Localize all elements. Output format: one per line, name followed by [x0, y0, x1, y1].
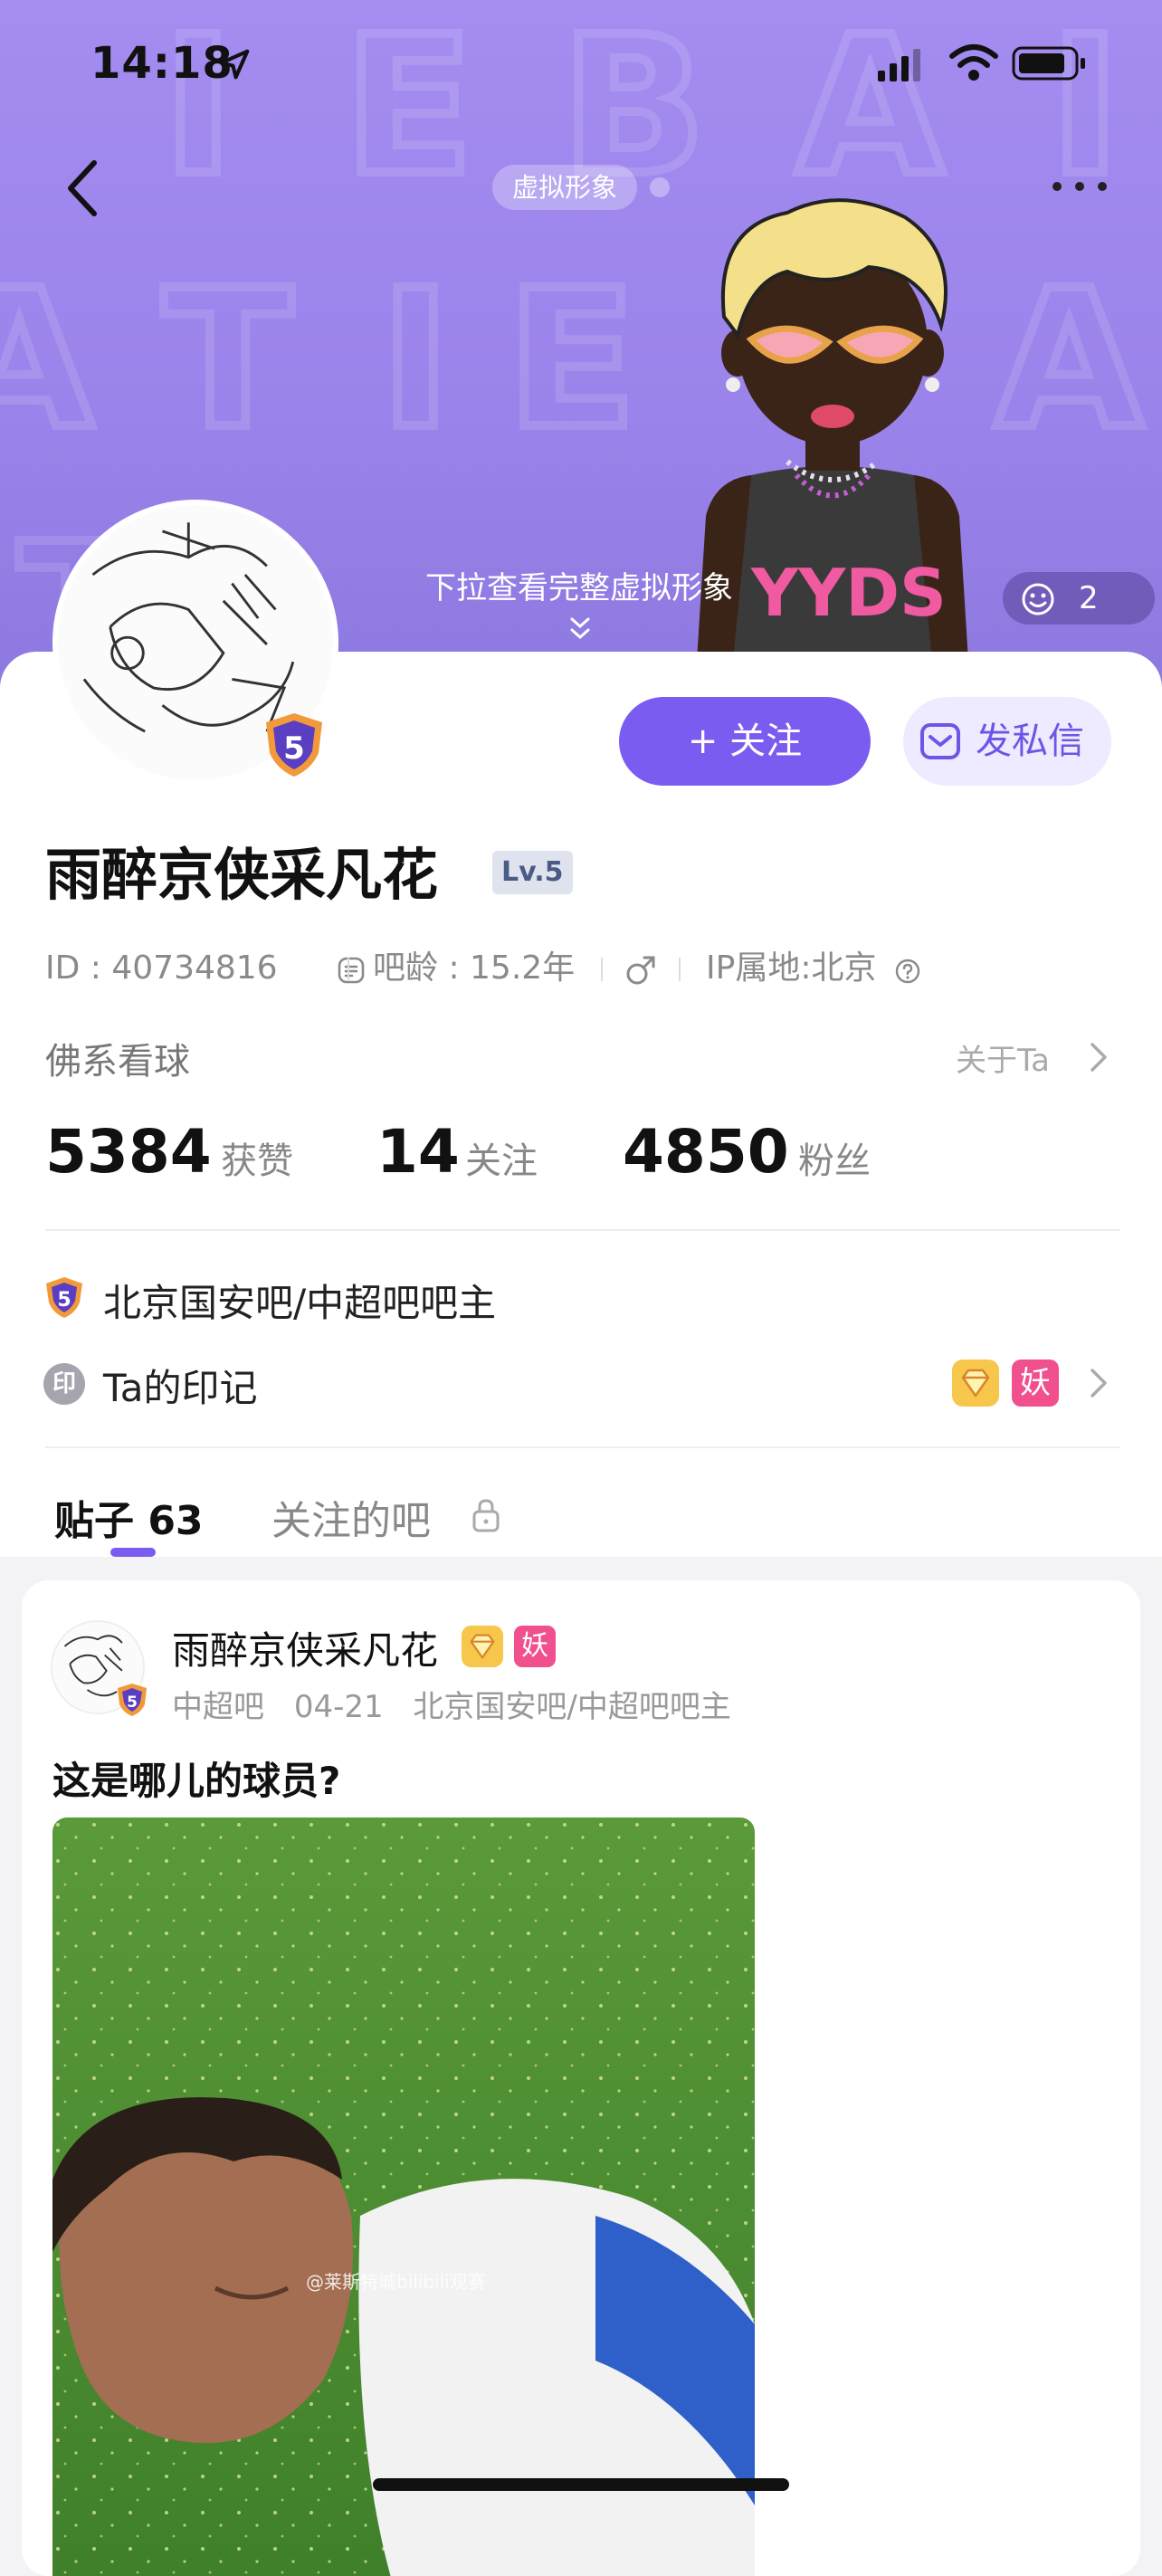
meta-separator [679, 958, 681, 981]
post-author-name[interactable]: 雨醉京侠采凡花 [172, 1620, 438, 1675]
home-indicator[interactable] [373, 2478, 789, 2491]
fans-count[interactable]: 4850 [623, 1117, 789, 1187]
marks-label[interactable]: Ta的印记 [103, 1358, 257, 1413]
yao-badge: 妖 [1012, 1360, 1059, 1407]
tab-followed-bars[interactable]: 关注的吧 [271, 1488, 431, 1546]
active-tab-indicator [110, 1548, 156, 1557]
moderator-shield-icon: 5 [46, 1277, 82, 1318]
double-chevron-down-icon [570, 617, 590, 640]
copy-id-icon[interactable] [337, 956, 366, 985]
svg-text:5: 5 [127, 1693, 138, 1712]
private-message-label: 发私信 [976, 720, 1084, 762]
chevron-right-icon[interactable] [1088, 1365, 1110, 1401]
lock-icon [472, 1499, 500, 1532]
smile-icon [1022, 583, 1054, 615]
cellular-signal-icon [878, 49, 920, 81]
gem-badge-icon [462, 1626, 503, 1667]
following-label: 关注 [465, 1140, 538, 1182]
more-options-icon[interactable] [1050, 177, 1110, 196]
location-arrow-icon [219, 49, 250, 80]
gem-badge-icon [952, 1360, 999, 1407]
fans-label: 粉丝 [798, 1140, 871, 1182]
image-watermark: @莱斯特城bilibili观赛 [306, 2271, 486, 2293]
ip-location: IP属地:北京 [706, 949, 877, 987]
question-help-icon[interactable] [894, 958, 921, 985]
male-gender-icon [626, 956, 655, 985]
svg-text:5: 5 [283, 730, 305, 767]
virtual-avatar-pill[interactable]: 虚拟形象 [492, 165, 638, 210]
yao-badge: 妖 [514, 1626, 556, 1667]
post-bar-name[interactable]: 中超吧 [172, 1689, 264, 1725]
bar-age: 吧龄 : 15.2年 [373, 949, 576, 987]
username: 雨醉京侠采凡花 [45, 842, 439, 908]
chevron-right-icon[interactable] [1088, 1039, 1110, 1075]
tab-posts[interactable]: 贴子 63 [54, 1488, 204, 1546]
avatar-like-count: 2 [1079, 580, 1099, 616]
likes-count[interactable]: 5384 [45, 1117, 212, 1187]
user-id: ID : 40734816 [45, 949, 278, 987]
status-time: 14:18 [90, 38, 233, 89]
pull-down-hint: 下拉查看完整虚拟形象 [425, 570, 733, 606]
profile-card [0, 652, 1162, 1557]
meta-separator [601, 958, 603, 981]
post-author-role: 北京国安吧/中超吧吧主 [413, 1689, 731, 1725]
private-message-button[interactable]: 发私信 [903, 697, 1111, 786]
svg-text:I: I [163, 0, 233, 217]
meta-separator [348, 958, 349, 981]
svg-text:5: 5 [57, 1289, 71, 1312]
envelope-icon [920, 723, 960, 759]
likes-label: 获赞 [221, 1140, 293, 1182]
moderator-title[interactable]: 北京国安吧/中超吧吧主 [103, 1273, 496, 1328]
svg-text:E: E [507, 249, 636, 471]
follow-button[interactable]: + 关注 [619, 697, 871, 786]
post-card[interactable]: 5 雨醉京侠采凡花 妖 中超吧 04-21 北京国安吧/中超吧吧主 这是哪儿的球… [22, 1580, 1140, 2576]
post-date: 04-21 [293, 1689, 384, 1725]
section-divider [45, 1229, 1120, 1231]
wifi-icon [949, 44, 998, 81]
about-link[interactable]: 关于Ta [956, 1035, 1050, 1080]
section-divider [45, 1446, 1120, 1448]
battery-icon [1012, 46, 1085, 81]
post-image[interactable]: @莱斯特城bilibili观赛 [52, 1818, 755, 2576]
post-meta: 中超吧 04-21 北京国安吧/中超吧吧主 [172, 1682, 751, 1726]
svg-text:I: I [380, 249, 451, 471]
svg-text:A: A [796, 0, 944, 217]
level-shield-badge-icon: 5 [118, 1684, 147, 1716]
seal-mark-icon: 印 [43, 1363, 85, 1405]
back-arrow-icon[interactable] [58, 154, 112, 223]
svg-text:T: T [163, 249, 292, 471]
football-player-photo: @莱斯特城bilibili观赛 [52, 1818, 755, 2576]
user-bio: 佛系看球 [45, 1041, 190, 1083]
svg-text:E: E [344, 0, 473, 217]
post-title[interactable]: 这是哪儿的球员? [52, 1751, 340, 1806]
svg-text:A: A [0, 249, 93, 471]
level-shield-badge-icon: 5 [266, 713, 322, 777]
level-badge: Lv.5 [492, 851, 573, 894]
avatar-like-button[interactable]: 2 [1003, 572, 1155, 625]
following-count[interactable]: 14 [376, 1117, 460, 1187]
svg-text:A: A [995, 249, 1143, 471]
